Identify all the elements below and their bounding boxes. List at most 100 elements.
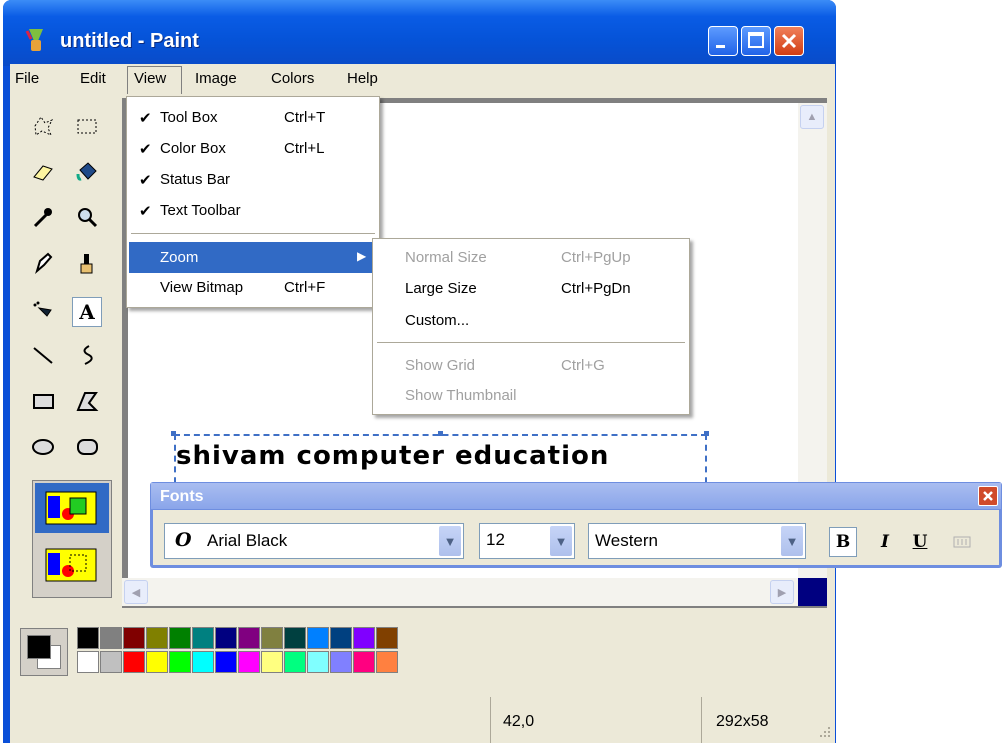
- menu-edit[interactable]: Edit: [80, 70, 106, 87]
- polygon-icon: [76, 392, 99, 411]
- fonts-toolbar-title: Fonts: [160, 488, 204, 505]
- font-size-select[interactable]: 12 ▼: [479, 523, 575, 559]
- line-tool[interactable]: [28, 340, 58, 370]
- palette-swatch[interactable]: [192, 651, 214, 673]
- menu-item-view-bitmap[interactable]: View Bitmap: [160, 279, 243, 296]
- eyedropper-tool[interactable]: [28, 202, 58, 232]
- menu-image[interactable]: Image: [195, 70, 237, 87]
- rectangle-tool[interactable]: [28, 386, 58, 416]
- palette-swatch[interactable]: [77, 651, 99, 673]
- eraser-tool[interactable]: [28, 157, 58, 187]
- menu-item-text-toolbar[interactable]: Text Toolbar: [160, 202, 241, 219]
- menu-item-status-bar[interactable]: Status Bar: [160, 171, 230, 188]
- bold-button[interactable]: B: [829, 527, 857, 557]
- close-button[interactable]: [774, 26, 804, 56]
- fonts-close-button[interactable]: [978, 486, 998, 506]
- vertical-text-button[interactable]: [948, 527, 976, 557]
- palette-swatch[interactable]: [261, 627, 283, 649]
- brush-tool[interactable]: [72, 248, 102, 278]
- palette-swatch[interactable]: [284, 651, 306, 673]
- window-title: untitled - Paint: [60, 30, 199, 52]
- opaque-background-icon: [45, 491, 97, 525]
- check-icon: ✔: [139, 203, 152, 220]
- text-opaque-option[interactable]: [35, 483, 109, 533]
- selection-handle[interactable]: [438, 431, 443, 436]
- magnifier-tool[interactable]: [72, 202, 102, 232]
- italic-button[interactable]: I: [871, 527, 899, 557]
- check-icon: ✔: [139, 172, 152, 189]
- menu-item-large-size[interactable]: Large Size: [405, 280, 477, 297]
- menu-item-zoom[interactable]: Zoom: [160, 249, 198, 266]
- palette-swatch[interactable]: [307, 627, 329, 649]
- text-tool[interactable]: A: [72, 297, 102, 327]
- palette-swatch[interactable]: [238, 627, 260, 649]
- menu-item-normal-size[interactable]: Normal Size: [405, 249, 487, 266]
- palette-swatch[interactable]: [146, 627, 168, 649]
- text-transparent-option[interactable]: [35, 540, 109, 590]
- menu-item-show-thumbnail[interactable]: Show Thumbnail: [405, 387, 516, 404]
- scroll-left-button[interactable]: ◀: [124, 580, 148, 604]
- palette-swatch[interactable]: [307, 651, 329, 673]
- palette-swatch[interactable]: [353, 651, 375, 673]
- current-colors[interactable]: [20, 628, 68, 676]
- polygon-tool[interactable]: [72, 386, 102, 416]
- menu-file[interactable]: File: [15, 70, 39, 87]
- palette-swatch[interactable]: [100, 651, 122, 673]
- chevron-down-icon[interactable]: ▼: [781, 526, 803, 556]
- palette-swatch[interactable]: [376, 627, 398, 649]
- rect-select-tool[interactable]: [72, 111, 102, 141]
- selection-handle[interactable]: [704, 431, 709, 436]
- palette-swatch[interactable]: [123, 651, 145, 673]
- palette-swatch[interactable]: [215, 651, 237, 673]
- chevron-down-icon[interactable]: ▼: [439, 526, 461, 556]
- foreground-color-swatch[interactable]: [27, 635, 51, 659]
- pencil-icon: [35, 252, 53, 274]
- palette-swatch[interactable]: [353, 627, 375, 649]
- palette-swatch[interactable]: [376, 651, 398, 673]
- curve-tool[interactable]: [72, 340, 102, 370]
- selection-handle[interactable]: [171, 431, 176, 436]
- resize-grip-icon[interactable]: [816, 725, 832, 741]
- palette-swatch[interactable]: [284, 627, 306, 649]
- chevron-right-icon: ▶: [777, 586, 787, 599]
- menu-view[interactable]: View: [134, 70, 166, 87]
- palette-swatch[interactable]: [215, 627, 237, 649]
- horizontal-scrollbar[interactable]: ◀ ▶: [122, 578, 798, 606]
- palette-swatch[interactable]: [100, 627, 122, 649]
- font-script-select[interactable]: Western ▼: [588, 523, 806, 559]
- airbrush-tool[interactable]: [28, 297, 58, 327]
- rounded-rect-tool[interactable]: [72, 432, 102, 462]
- palette-swatch[interactable]: [261, 651, 283, 673]
- palette-swatch[interactable]: [169, 627, 191, 649]
- pencil-tool[interactable]: [28, 248, 58, 278]
- fill-tool[interactable]: [72, 157, 102, 187]
- menu-item-color-box[interactable]: Color Box: [160, 140, 226, 157]
- scroll-up-button[interactable]: ▲: [800, 105, 824, 129]
- palette-swatch[interactable]: [169, 651, 191, 673]
- palette-swatch[interactable]: [77, 627, 99, 649]
- palette-swatch[interactable]: [123, 627, 145, 649]
- ellipse-tool[interactable]: [28, 432, 58, 462]
- free-select-tool[interactable]: [28, 111, 58, 141]
- chevron-down-icon[interactable]: ▼: [550, 526, 572, 556]
- fonts-toolbar-titlebar[interactable]: [151, 483, 1001, 509]
- font-name-select[interactable]: O Arial Black ▼: [164, 523, 464, 559]
- shortcut-tool-box: Ctrl+T: [284, 109, 326, 126]
- cursor-coordinates: 42,0: [503, 713, 535, 730]
- minimize-icon: [716, 45, 725, 48]
- menu-help[interactable]: Help: [347, 70, 378, 87]
- menu-item-tool-box[interactable]: Tool Box: [160, 109, 218, 126]
- maximize-button[interactable]: [741, 26, 771, 56]
- palette-swatch[interactable]: [330, 651, 352, 673]
- underline-button[interactable]: U: [906, 527, 934, 557]
- palette-swatch[interactable]: [192, 627, 214, 649]
- palette-swatch[interactable]: [146, 651, 168, 673]
- airbrush-icon: [33, 301, 52, 317]
- palette-swatch[interactable]: [238, 651, 260, 673]
- palette-swatch[interactable]: [330, 627, 352, 649]
- menu-item-custom[interactable]: Custom...: [405, 312, 469, 329]
- menu-colors[interactable]: Colors: [271, 70, 314, 87]
- menu-item-show-grid[interactable]: Show Grid: [405, 357, 475, 374]
- scroll-right-button[interactable]: ▶: [770, 580, 794, 604]
- minimize-button[interactable]: [708, 26, 738, 56]
